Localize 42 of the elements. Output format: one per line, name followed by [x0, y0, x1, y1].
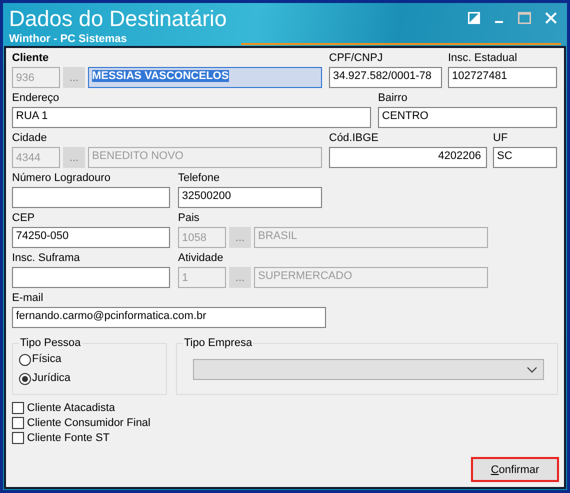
chevron-down-icon [527, 366, 537, 372]
close-icon[interactable] [545, 12, 557, 24]
field-label: Bairro [378, 91, 408, 106]
text-field[interactable]: CENTRO [378, 107, 557, 128]
text-field[interactable]: 34.927.582/0001-78 [329, 67, 442, 88]
text-field[interactable]: SC [493, 147, 557, 168]
radio-option[interactable]: Jurídica [19, 371, 166, 386]
field-label: CEP [12, 211, 35, 226]
field-label: Cód.IBGE [329, 131, 379, 146]
name-field[interactable]: MESSIAS VASCONCELOS [88, 67, 322, 88]
field-label: Cliente [12, 51, 49, 66]
window-title: Dados do Destinatário [9, 6, 227, 32]
field-label: Endereço [12, 91, 60, 106]
field-label: Insc. Estadual [448, 51, 518, 66]
field-label: E-mail [12, 291, 44, 306]
text-field[interactable]: 102727481 [448, 67, 557, 88]
text-field[interactable]: RUA 1 [12, 107, 371, 128]
checkbox-option[interactable]: Cliente Atacadista [12, 400, 564, 415]
field-label: Pais [178, 211, 200, 226]
field-label: Número Logradouro [12, 171, 110, 186]
radio-option[interactable]: Física [19, 352, 166, 367]
group-label: Tipo Empresa [183, 337, 254, 350]
group-label: Tipo Pessoa [19, 337, 82, 350]
checkbox-option[interactable]: Cliente Consumidor Final [12, 415, 564, 430]
text-field[interactable] [12, 187, 170, 208]
field-label: Telefone [178, 171, 220, 186]
text-field[interactable] [12, 267, 170, 288]
field-label: CPF/CNPJ [329, 51, 383, 66]
text-field[interactable]: fernando.carmo@pcinformatica.com.br [12, 307, 326, 328]
dropdown[interactable] [193, 359, 544, 380]
half-square-icon[interactable] [468, 12, 480, 24]
field-label: Cidade [12, 131, 47, 146]
text-field[interactable]: 32500200 [178, 187, 322, 208]
field-label: Insc. Suframa [12, 251, 80, 266]
text-field[interactable]: 4202206 [329, 147, 487, 168]
field-label: UF [493, 131, 508, 146]
confirm-button[interactable]: Confirmar [471, 457, 559, 482]
text-field[interactable]: 74250-050 [12, 227, 170, 248]
field-label: Atividade [178, 251, 224, 266]
window-subtitle: Winthor - PC Sistemas [9, 32, 128, 46]
checkbox-option[interactable]: Cliente Fonte ST [12, 430, 564, 445]
maximize-icon[interactable] [518, 12, 531, 24]
